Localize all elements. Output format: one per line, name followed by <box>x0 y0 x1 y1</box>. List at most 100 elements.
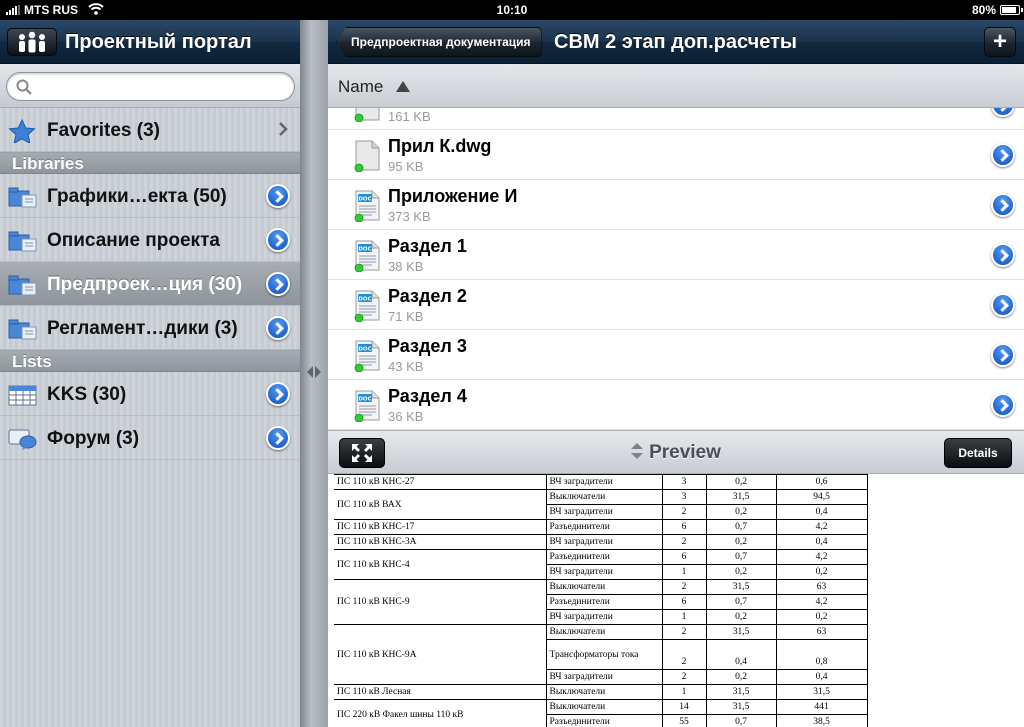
table-cell: 3 <box>661 474 707 490</box>
status-bar: MTS RUS 10:10 80% <box>0 0 1024 20</box>
table-cell: 0,2 <box>705 504 777 520</box>
clock: 10:10 <box>496 3 528 17</box>
sort-label[interactable]: Name <box>338 77 383 97</box>
file-name: Прил К.dwg <box>388 136 492 156</box>
file-row[interactable]: 161 KB <box>328 108 1024 130</box>
equipment-type: Разъединители <box>545 594 663 610</box>
disclosure-button[interactable] <box>266 382 290 406</box>
disclosure-button[interactable] <box>991 293 1015 317</box>
details-button[interactable]: Details <box>944 438 1012 468</box>
list-item-forum[interactable]: Форум (3) <box>0 416 300 460</box>
preview-table-row: ПС 110 кВ КНС-9А Выключатели 2 31,5 63 <box>334 624 868 685</box>
library-label: Описание проекта <box>47 230 220 251</box>
table-cell: 6 <box>661 594 707 610</box>
list-item-kks[interactable]: KKS (30) <box>0 372 300 416</box>
people-icon[interactable] <box>7 28 57 56</box>
doc-file-icon: DOC <box>354 190 380 222</box>
file-size: 161 KB <box>388 109 431 124</box>
file-size: 95 KB <box>388 159 424 174</box>
table-cell: 2 <box>661 534 707 550</box>
library-item-2[interactable]: Описание проекта <box>0 218 300 262</box>
disclosure-button[interactable] <box>991 143 1015 167</box>
disclosure-button[interactable] <box>991 243 1015 267</box>
preview-table-row: ПС 110 кВ КНС-9 Выключатели 2 31,5 63 <box>334 579 868 625</box>
disclosure-button[interactable] <box>991 193 1015 217</box>
preview-table-row: ПС 110 кВ ВАХ Выключатели 3 31,5 94,5 <box>334 489 868 520</box>
equipment-type: ВЧ заградители <box>545 609 663 625</box>
table-cell: 441 <box>775 699 868 715</box>
list-grid-icon <box>8 385 37 406</box>
battery-percent: 80% <box>971 3 996 17</box>
svg-text:DOC: DOC <box>358 197 371 203</box>
file-row[interactable]: Прил К.dwg 95 KB <box>328 130 1024 180</box>
preview-bar: Preview Details <box>328 430 1024 474</box>
library-label: Графики…екта (50) <box>47 186 227 207</box>
table-cell: 4,2 <box>775 549 868 565</box>
preview-table-row: ПС 110 кВ КНС-17 Разъединители 6 0,7 4,2 <box>334 519 868 535</box>
file-name: Раздел 3 <box>388 336 467 356</box>
doc-file-icon: DOC <box>354 240 380 272</box>
add-button[interactable]: + <box>984 27 1016 57</box>
preview-title[interactable]: Preview <box>328 442 1024 464</box>
preview-table-row: ПС 110 кВ КНС-4 Разъединители 6 0,7 4,2 <box>334 549 868 580</box>
table-cell: 0,7 <box>705 714 777 727</box>
equipment-type: ВЧ заградители <box>545 534 663 550</box>
resize-handle-icon[interactable] <box>306 365 322 379</box>
table-cell: 0,7 <box>705 549 777 565</box>
disclosure-button[interactable] <box>266 228 290 252</box>
disclosure-button[interactable] <box>266 184 290 208</box>
table-cell: 0,2 <box>775 609 868 625</box>
file-size: 38 KB <box>388 259 424 274</box>
equipment-type: ВЧ заградители <box>545 564 663 580</box>
table-cell: 0,4 <box>775 534 868 550</box>
folder-icon <box>8 319 37 340</box>
disclosure-button[interactable] <box>991 108 1015 117</box>
substation-name: ПС 110 кВ КНС-9А <box>334 624 547 685</box>
table-cell: 0,4 <box>705 639 777 670</box>
doc-file-icon: DOC <box>354 290 380 322</box>
search-icon <box>16 79 32 95</box>
search-field[interactable] <box>6 72 295 101</box>
favorites-item[interactable]: Favorites (3) <box>0 108 300 152</box>
doc-file-icon: DOC <box>354 340 380 372</box>
file-row[interactable]: DOC Раздел 3 43 KB <box>328 330 1024 380</box>
libraries-header: Libraries <box>0 152 300 174</box>
back-button[interactable]: Предпроектная документация <box>336 27 542 57</box>
detail-navbar: Предпроектная документация СВМ 2 этап до… <box>328 20 1024 64</box>
library-label: Предпроек…ция (30) <box>47 274 243 295</box>
table-cell: 0,2 <box>705 609 777 625</box>
file-row[interactable]: DOC Раздел 1 38 KB <box>328 230 1024 280</box>
substation-name: ПС 110 кВ КНС-3А <box>334 534 547 550</box>
table-cell: 0,2 <box>705 669 777 685</box>
table-cell: 14 <box>661 699 707 715</box>
library-item-4[interactable]: Регламент…дики (3) <box>0 306 300 350</box>
star-icon <box>8 118 36 143</box>
split-divider[interactable] <box>300 20 328 727</box>
table-cell: 0,7 <box>705 594 777 610</box>
battery-icon <box>1000 5 1023 15</box>
document-preview[interactable]: ПС 110 кВ КНС-27 ВЧ заградители 3 0,2 0,6 ПС … <box>328 474 1024 727</box>
equipment-type: Разъединители <box>545 549 663 565</box>
table-cell: 31,5 <box>705 624 777 640</box>
disclosure-button[interactable] <box>266 272 290 296</box>
file-row[interactable]: DOC Приложение И 373 KB <box>328 180 1024 230</box>
svg-text:DOC: DOC <box>358 297 371 303</box>
table-cell: 63 <box>775 624 868 640</box>
disclosure-button[interactable] <box>991 343 1015 367</box>
disclosure-button[interactable] <box>266 316 290 340</box>
disclosure-button[interactable] <box>991 393 1015 417</box>
sort-ascending-icon[interactable] <box>396 81 410 92</box>
file-row[interactable]: DOC Раздел 2 71 KB <box>328 280 1024 330</box>
app-title: Проектный портал <box>65 31 252 53</box>
library-item-1[interactable]: Графики…екта (50) <box>0 174 300 218</box>
library-item-3[interactable]: Предпроек…ция (30) <box>0 262 300 306</box>
table-cell: 0,6 <box>775 474 868 490</box>
table-cell: 0,4 <box>775 669 868 685</box>
file-size: 373 KB <box>388 209 431 224</box>
table-cell: 0,2 <box>775 564 868 580</box>
sort-bar[interactable]: Name <box>328 64 1024 108</box>
svg-text:DOC: DOC <box>358 347 371 353</box>
disclosure-button[interactable] <box>266 426 290 450</box>
file-row[interactable]: DOC Раздел 4 36 KB <box>328 380 1024 430</box>
search-input[interactable] <box>37 78 287 95</box>
